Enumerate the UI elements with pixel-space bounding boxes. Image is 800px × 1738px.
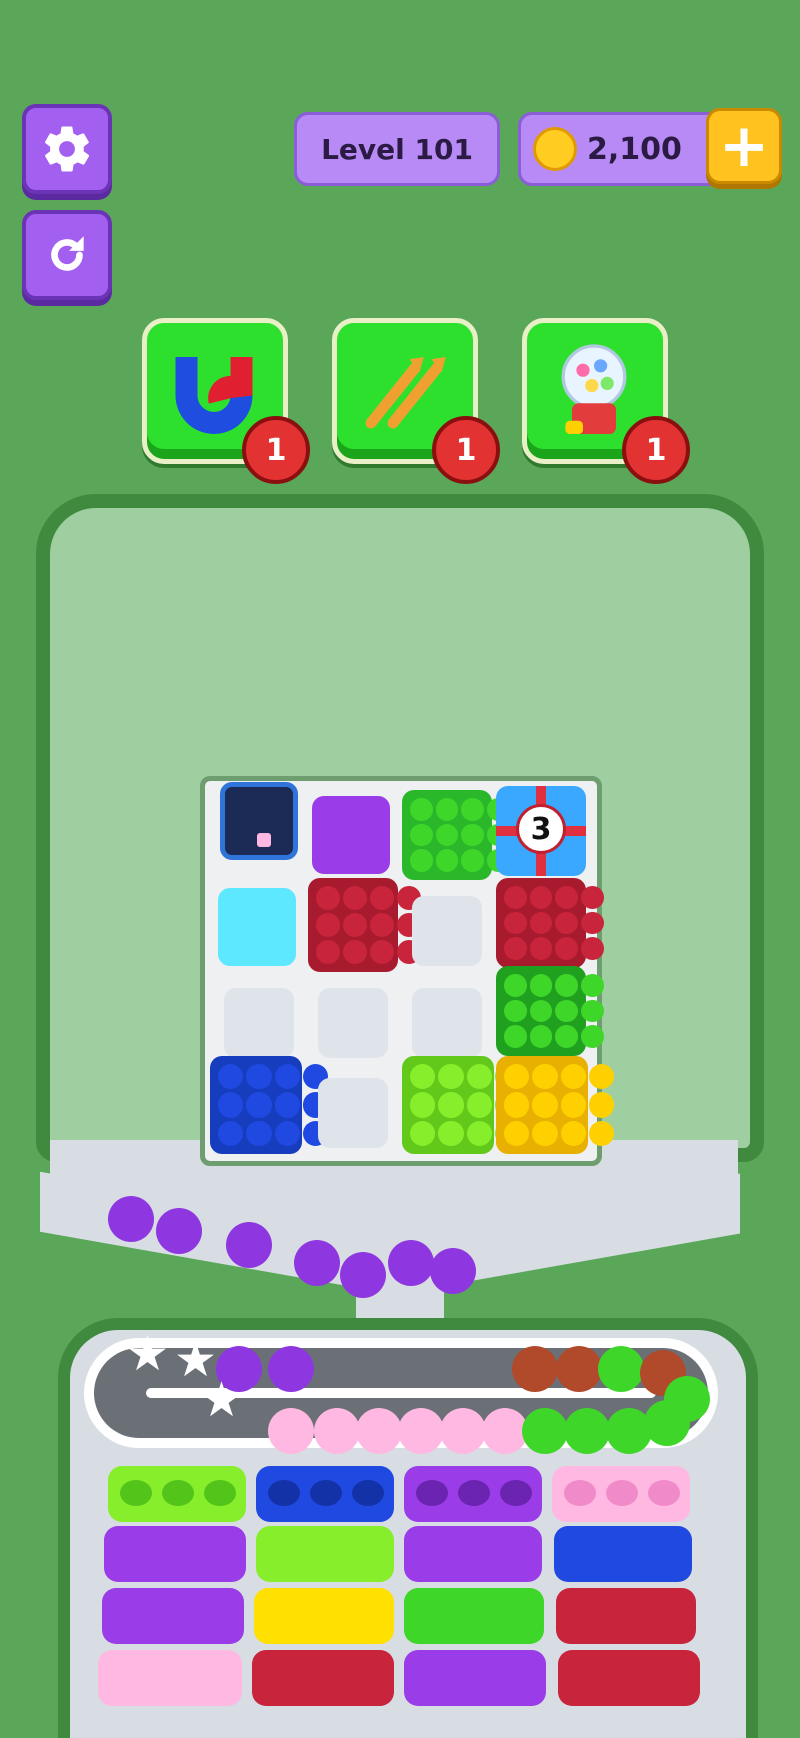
gear-icon [44, 126, 90, 172]
container-slot [98, 1650, 242, 1706]
cap-holes [564, 1480, 680, 1506]
ball [522, 1408, 568, 1454]
restart-icon [51, 236, 84, 271]
ball [388, 1240, 434, 1286]
coin-icon [533, 127, 577, 171]
empty-cell [412, 896, 482, 966]
container-slot [104, 1526, 246, 1582]
cap-holes [268, 1480, 384, 1506]
ball [340, 1252, 386, 1298]
ball [356, 1408, 402, 1454]
restart-button[interactable] [22, 210, 112, 300]
container-slot [254, 1588, 394, 1644]
container-slot [404, 1526, 542, 1582]
ball [268, 1346, 314, 1392]
magnet-count-badge: 1 [242, 416, 310, 484]
container-slot [404, 1588, 544, 1644]
shuffle-count-badge: 1 [432, 416, 500, 484]
ball [226, 1222, 272, 1268]
level-label: Level 101 [321, 132, 473, 166]
star-icon: ★ [126, 1326, 170, 1382]
gumball-count-badge: 1 [622, 416, 690, 484]
ball [156, 1208, 202, 1254]
empty-cell [318, 1078, 388, 1148]
container-slot [558, 1650, 700, 1706]
plus-icon: + [718, 111, 770, 181]
yellow-block[interactable] [496, 1056, 615, 1154]
ball [644, 1400, 690, 1446]
lime-block[interactable] [402, 1056, 521, 1154]
container-slot [554, 1526, 692, 1582]
ball [598, 1346, 644, 1392]
ball [398, 1408, 444, 1454]
empty-cell [224, 988, 294, 1058]
blue-block[interactable] [210, 1056, 329, 1154]
container-slot [556, 1588, 696, 1644]
ball [108, 1196, 154, 1242]
cap-holes [120, 1480, 236, 1506]
purple-tile[interactable] [312, 796, 390, 874]
container-slot [404, 1650, 546, 1706]
settings-button[interactable] [22, 104, 112, 194]
ball [440, 1408, 486, 1454]
star-icon: ★ [200, 1372, 244, 1428]
red-block[interactable] [496, 878, 604, 968]
ball [564, 1408, 610, 1454]
ball [512, 1346, 558, 1392]
ball [268, 1408, 314, 1454]
coins-value: 2,100 [587, 131, 682, 167]
gift-box-tile[interactable]: 3 [496, 786, 586, 876]
empty-cell [318, 988, 388, 1058]
level-pill: Level 101 [294, 112, 500, 186]
ball [294, 1240, 340, 1286]
lock-counter: 3 [516, 804, 566, 854]
container-slot [256, 1526, 394, 1582]
ball [430, 1248, 476, 1294]
cap-holes [416, 1480, 532, 1506]
green-block[interactable] [402, 790, 510, 880]
red-block[interactable] [308, 878, 421, 972]
ball [556, 1346, 602, 1392]
green-block[interactable] [496, 966, 604, 1056]
coins-pill: 2,100 [518, 112, 734, 186]
empty-cell [412, 988, 482, 1058]
container-slot [102, 1588, 244, 1644]
locked-box-tile[interactable] [220, 782, 298, 860]
cyan-tile[interactable] [218, 888, 296, 966]
ball [314, 1408, 360, 1454]
add-coins-button[interactable]: + [706, 108, 782, 184]
container-slot [252, 1650, 394, 1706]
